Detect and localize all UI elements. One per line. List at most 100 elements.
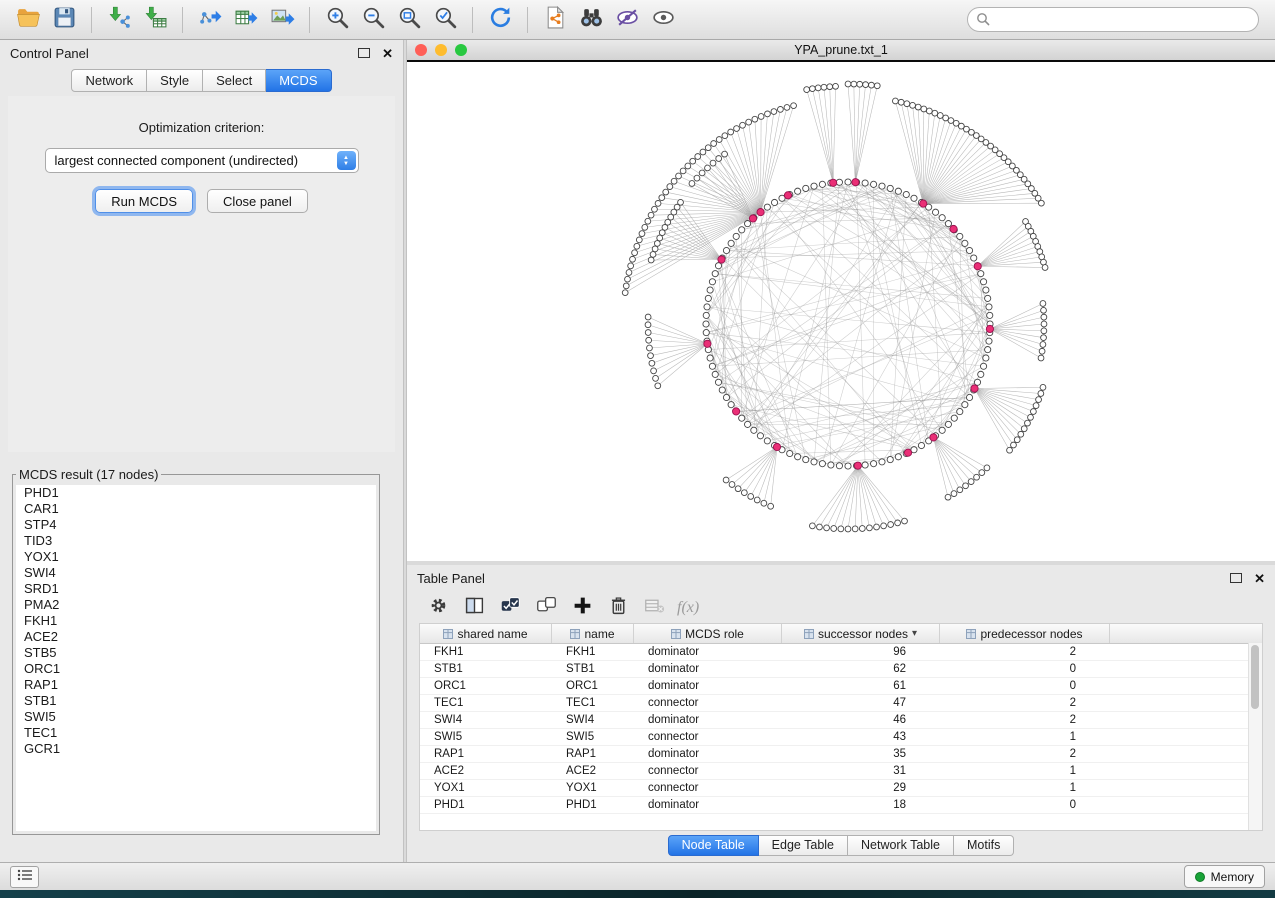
table-row[interactable]: SWI4SWI4dominator462 [420, 712, 1262, 729]
table-row[interactable]: RAP1RAP1dominator352 [420, 746, 1262, 763]
column-header-name[interactable]: name [552, 624, 634, 643]
cell-successors: 18 [782, 797, 940, 813]
column-header-successor-nodes[interactable]: successor nodes▾ [782, 624, 940, 643]
scrollbar-thumb[interactable] [1251, 645, 1259, 709]
table-row[interactable]: FKH1FKH1dominator962 [420, 644, 1262, 661]
network-canvas[interactable] [407, 62, 1275, 561]
task-history-button[interactable] [10, 866, 39, 888]
result-list-item[interactable]: PMA2 [16, 597, 376, 613]
result-list-item[interactable]: TID3 [16, 533, 376, 549]
node-table: shared namenameMCDS rolesuccessor nodes▾… [419, 623, 1263, 831]
export-image-button[interactable] [264, 4, 300, 36]
column-label: predecessor nodes [980, 627, 1082, 641]
result-list-item[interactable]: RAP1 [16, 677, 376, 693]
export-network-button[interactable] [192, 4, 228, 36]
result-list-item[interactable]: TEC1 [16, 725, 376, 741]
table-scrollbar[interactable] [1248, 643, 1262, 830]
export-table-button[interactable] [228, 4, 264, 36]
zoom-selected-button[interactable] [427, 4, 463, 36]
cell-predecessors: 1 [940, 780, 1110, 796]
close-panel-icon[interactable]: ✕ [382, 47, 393, 60]
cell-shared_name: SWI4 [420, 712, 552, 728]
result-list-item[interactable]: SRD1 [16, 581, 376, 597]
save-session-button[interactable] [46, 4, 82, 36]
cell-shared_name: ACE2 [420, 763, 552, 779]
function-builder-button[interactable]: f(x) [677, 599, 699, 617]
search-network-button[interactable] [573, 4, 609, 36]
open-session-button[interactable] [10, 4, 46, 36]
search-input[interactable] [967, 7, 1259, 32]
result-list-item[interactable]: ORC1 [16, 661, 376, 677]
refresh-button[interactable] [482, 4, 518, 36]
table-row[interactable]: TEC1TEC1connector472 [420, 695, 1262, 712]
delete-column-button[interactable] [601, 594, 635, 622]
tab-node-table[interactable]: Node Table [668, 835, 759, 856]
table-panel-tabs: Node TableEdge TableNetwork TableMotifs [407, 835, 1275, 856]
table-row[interactable]: ORC1ORC1dominator610 [420, 678, 1262, 695]
sort-caret-icon[interactable]: ▾ [912, 628, 917, 639]
float-window-icon[interactable] [358, 48, 370, 58]
zoom-fit-button[interactable] [391, 4, 427, 36]
memory-button[interactable]: Memory [1184, 865, 1265, 888]
float-window-icon[interactable] [1230, 573, 1242, 583]
result-list-item[interactable]: SWI5 [16, 709, 376, 725]
zoom-in-button[interactable] [319, 4, 355, 36]
mcds-result-list[interactable]: PHD1CAR1STP4TID3YOX1SWI4SRD1PMA2FKH1ACE2… [16, 485, 376, 831]
cell-name: YOX1 [552, 780, 634, 796]
cell-role: connector [634, 729, 782, 745]
result-list-item[interactable]: PHD1 [16, 485, 376, 501]
table-row[interactable]: STB1STB1dominator620 [420, 661, 1262, 678]
show-hidden-button[interactable] [645, 4, 681, 36]
toolbar-separator [527, 7, 528, 33]
optimization-criterion-select[interactable]: largest connected component (undirected)… [45, 148, 359, 173]
tab-edge-table[interactable]: Edge Table [759, 835, 848, 856]
tab-style[interactable]: Style [147, 69, 203, 92]
tab-mcds[interactable]: MCDS [266, 69, 331, 92]
import-table-button[interactable] [137, 4, 173, 36]
cell-successors: 47 [782, 695, 940, 711]
cell-role: dominator [634, 678, 782, 694]
table-row[interactable]: PHD1PHD1dominator180 [420, 797, 1262, 814]
result-list-item[interactable]: CAR1 [16, 501, 376, 517]
column-header-shared-name[interactable]: shared name [420, 624, 552, 643]
result-list-item[interactable]: STP4 [16, 517, 376, 533]
network-graph[interactable] [407, 62, 1275, 561]
create-column-button[interactable] [565, 594, 599, 622]
floppy-disk-icon [52, 5, 77, 35]
close-panel-button[interactable]: Close panel [207, 189, 308, 213]
result-list-item[interactable]: ACE2 [16, 629, 376, 645]
tab-select[interactable]: Select [203, 69, 266, 92]
table-row[interactable]: SWI5SWI5connector431 [420, 729, 1262, 746]
cell-shared_name: SWI5 [420, 729, 552, 745]
share-document-button[interactable] [537, 4, 573, 36]
tab-network[interactable]: Network [71, 69, 147, 92]
hide-unselected-button[interactable] [609, 4, 645, 36]
cell-successors: 96 [782, 644, 940, 660]
delete-table-button[interactable] [637, 594, 671, 622]
deselect-all-button[interactable] [529, 594, 563, 622]
select-all-button[interactable] [493, 594, 527, 622]
column-header-MCDS-role[interactable]: MCDS role [634, 624, 782, 643]
table-row[interactable]: YOX1YOX1connector291 [420, 780, 1262, 797]
dropdown-stepper-icon[interactable]: ▲▼ [337, 151, 356, 170]
cell-role: dominator [634, 712, 782, 728]
result-list-item[interactable]: FKH1 [16, 613, 376, 629]
tab-motifs[interactable]: Motifs [954, 835, 1014, 856]
result-list-item[interactable]: YOX1 [16, 549, 376, 565]
tab-network-table[interactable]: Network Table [848, 835, 954, 856]
close-panel-icon[interactable]: ✕ [1254, 572, 1265, 585]
show-columns-button[interactable] [457, 594, 491, 622]
zoom-out-button[interactable] [355, 4, 391, 36]
cell-role: connector [634, 780, 782, 796]
column-header-predecessor-nodes[interactable]: predecessor nodes [940, 624, 1110, 643]
result-list-item[interactable]: STB5 [16, 645, 376, 661]
import-network-button[interactable] [101, 4, 137, 36]
result-list-item[interactable]: STB1 [16, 693, 376, 709]
result-list-item[interactable]: SWI4 [16, 565, 376, 581]
table-panel-header: Table Panel ✕ [407, 565, 1275, 591]
result-list-item[interactable]: GCR1 [16, 741, 376, 757]
cell-successors: 31 [782, 763, 940, 779]
table-row[interactable]: ACE2ACE2connector311 [420, 763, 1262, 780]
run-mcds-button[interactable]: Run MCDS [95, 189, 193, 213]
table-settings-button[interactable] [421, 594, 455, 622]
